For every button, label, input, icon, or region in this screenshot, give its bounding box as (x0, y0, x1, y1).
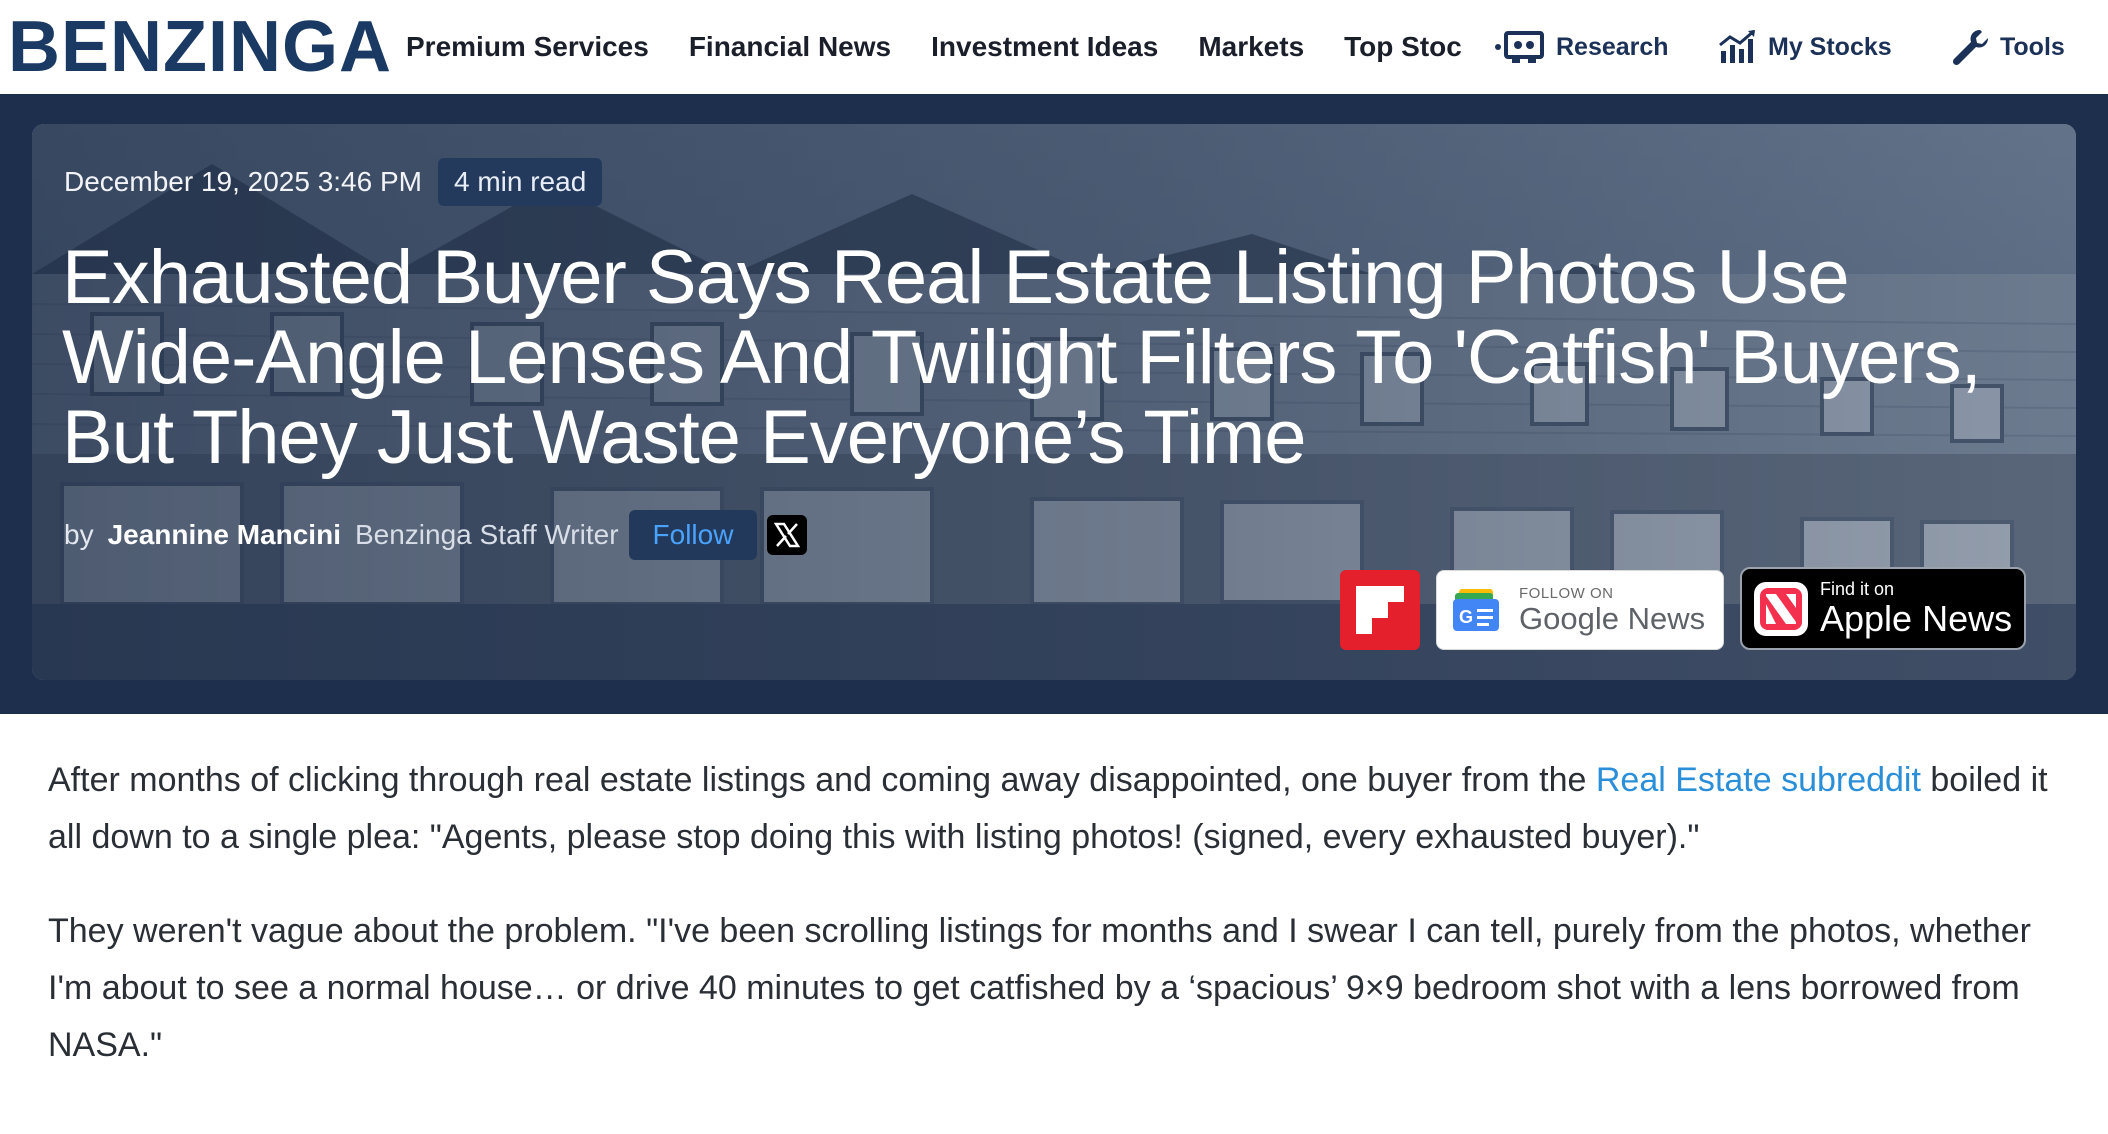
byline: by Jeannine Mancini Benzinga Staff Write… (64, 510, 808, 560)
benzinga-logo[interactable]: BENZINGA (8, 8, 392, 86)
top-nav: BENZINGA Premium Services Financial News… (0, 0, 2108, 94)
my-stocks-label: My Stocks (1768, 32, 1892, 61)
flipboard-icon[interactable] (1340, 570, 1420, 650)
real-estate-subreddit-link[interactable]: Real Estate subreddit (1596, 761, 1921, 799)
apple-news-badge[interactable]: Find it on Apple News (1740, 567, 2026, 650)
google-news-small: FOLLOW ON (1519, 584, 1614, 602)
article-headline: Exhausted Buyer Says Real Estate Listing… (62, 235, 1982, 480)
nav-research[interactable]: Research (1494, 22, 1669, 72)
x-icon[interactable] (767, 515, 808, 555)
research-icon (1495, 31, 1544, 63)
follow-button[interactable]: Follow (628, 510, 758, 560)
nav-my-stocks[interactable]: My Stocks (1718, 22, 1892, 72)
read-time-badge: 4 min read (437, 158, 603, 206)
author-name[interactable]: Jeannine Mancini (108, 519, 341, 551)
paragraph-2: They weren't vague about the problem. "I… (48, 912, 2031, 1064)
paragraph-1: After months of clicking through real es… (48, 752, 2068, 866)
article-meta: December 19, 2025 3:46 PM 4 min read (64, 158, 603, 206)
wrench-icon (1952, 29, 1989, 66)
nav-investment-ideas[interactable]: Investment Ideas (931, 31, 1158, 63)
byline-by: by (64, 519, 94, 550)
nav-premium-services[interactable]: Premium Services (406, 31, 649, 63)
research-label: Research (1556, 32, 1669, 61)
tools-label: Tools (2000, 32, 2065, 61)
svg-text:G: G (1459, 607, 1473, 627)
author-role: Benzinga Staff Writer (354, 519, 619, 550)
google-news-label: Google News (1519, 600, 1706, 636)
google-news-badge[interactable]: G FOLLOW ON Google News (1436, 570, 1724, 650)
apple-news-label: Apple News (1820, 598, 2013, 639)
article-body: After months of clicking through real es… (48, 752, 2068, 1111)
nav-top-stocks[interactable]: Top Stoc (1344, 31, 1462, 63)
nav-financial-news[interactable]: Financial News (689, 31, 891, 63)
google-news-icon: G (1453, 589, 1499, 631)
nav-tools[interactable]: Tools (1950, 22, 2065, 72)
nav-markets[interactable]: Markets (1198, 31, 1304, 63)
nav-links: Premium Services Financial News Investme… (406, 24, 1466, 70)
apple-news-small: Find it on (1820, 579, 1895, 599)
chart-icon (1719, 29, 1755, 63)
paragraph-1-text: After months of clicking through real es… (48, 761, 1596, 799)
apple-news-icon (1754, 581, 1808, 636)
publish-date: December 19, 2025 3:46 PM (64, 166, 422, 197)
